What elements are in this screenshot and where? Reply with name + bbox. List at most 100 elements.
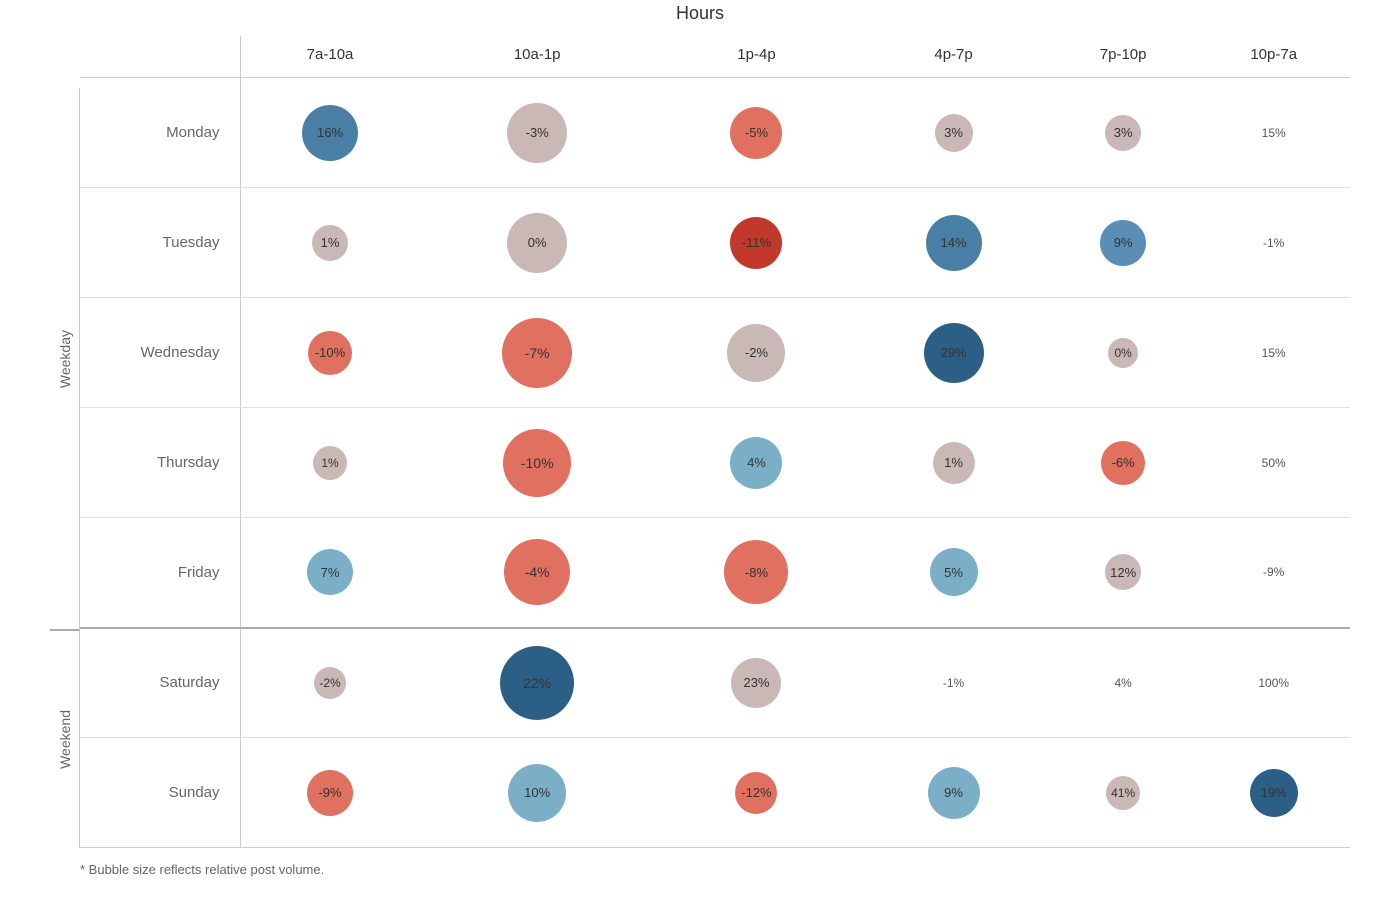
row-label-friday: Friday	[80, 518, 240, 628]
cell-monday-col3: 3%	[858, 78, 1049, 188]
bubble: -6%	[1101, 441, 1145, 485]
table-row: Friday 7% -4% -8% 5% 12% -9%	[80, 518, 1350, 628]
bubble: 10%	[508, 764, 566, 822]
bubble: 16%	[302, 105, 358, 161]
cell-saturday-col0: -2%	[240, 628, 420, 738]
cell-thursday-col2: 4%	[655, 408, 858, 518]
cell-sunday-col0: -9%	[240, 738, 420, 848]
bubble: 19%	[1250, 769, 1298, 817]
table-row: Saturday -2% 22% 23% -1% 4% 100%	[80, 628, 1350, 738]
bubble: -10%	[308, 331, 352, 375]
cell-saturday-col5: 100%	[1197, 628, 1350, 738]
cell-monday-col2: -5%	[655, 78, 858, 188]
hours-title: Hours	[50, 3, 1350, 24]
bubble: 0%	[507, 213, 567, 273]
bubble: 1%	[312, 225, 348, 261]
bubble: 50%	[1259, 448, 1289, 478]
bubble: 5%	[930, 548, 978, 596]
bubble: -1%	[1259, 228, 1289, 258]
table-row: Wednesday -10% -7% -2% 29% 0% 15%	[80, 298, 1350, 408]
cell-tuesday-col5: -1%	[1197, 188, 1350, 298]
bubble: -4%	[504, 539, 570, 605]
weekday-axis-label: Weekday	[57, 330, 73, 388]
bubble: 4%	[1108, 668, 1138, 698]
bubble: -9%	[1259, 557, 1289, 587]
cell-tuesday-col4: 9%	[1049, 188, 1197, 298]
bubble: -11%	[730, 217, 782, 269]
cell-wednesday-col3: 29%	[858, 298, 1049, 408]
bubble: 1%	[933, 442, 975, 484]
bubble: -2%	[314, 667, 346, 699]
cell-friday-col4: 12%	[1049, 518, 1197, 628]
bubble: -12%	[735, 772, 777, 814]
footnote: * Bubble size reflects relative post vol…	[50, 862, 1350, 877]
col-header-1: 10a-1p	[420, 36, 655, 78]
cell-sunday-col4: 41%	[1049, 738, 1197, 848]
cell-sunday-col1: 10%	[420, 738, 655, 848]
bubble: -3%	[507, 103, 567, 163]
cell-sunday-col2: -12%	[655, 738, 858, 848]
bubble: 0%	[1108, 338, 1138, 368]
table-row: Monday 16% -3% -5% 3% 3% 15%	[80, 78, 1350, 188]
cell-sunday-col5: 19%	[1197, 738, 1350, 848]
bubble: 14%	[926, 215, 982, 271]
table-row: Thursday 1% -10% 4% 1% -6% 50%	[80, 408, 1350, 518]
cell-tuesday-col2: -11%	[655, 188, 858, 298]
bubble: -7%	[502, 318, 572, 388]
cell-monday-col1: -3%	[420, 78, 655, 188]
cell-thursday-col0: 1%	[240, 408, 420, 518]
cell-tuesday-col0: 1%	[240, 188, 420, 298]
data-table-area: 7a-10a 10a-1p 1p-4p 4p-7p 7p-10p 10p-7a …	[80, 36, 1350, 848]
cell-monday-col0: 16%	[240, 78, 420, 188]
row-label-saturday: Saturday	[80, 628, 240, 738]
cell-thursday-col3: 1%	[858, 408, 1049, 518]
bubble: -10%	[503, 429, 571, 497]
cell-friday-col5: -9%	[1197, 518, 1350, 628]
bubble: 100%	[1259, 668, 1289, 698]
cell-monday-col5: 15%	[1197, 78, 1350, 188]
cell-wednesday-col0: -10%	[240, 298, 420, 408]
bubble-chart-table: 7a-10a 10a-1p 1p-4p 4p-7p 7p-10p 10p-7a …	[80, 36, 1350, 848]
col-header-5: 10p-7a	[1197, 36, 1350, 78]
weekend-axis-section: Weekend	[50, 631, 80, 848]
bubble: -5%	[730, 107, 782, 159]
cell-wednesday-col5: 15%	[1197, 298, 1350, 408]
weekend-axis-label: Weekend	[57, 710, 73, 769]
row-label-wednesday: Wednesday	[80, 298, 240, 408]
col-header-2: 1p-4p	[655, 36, 858, 78]
table-row: Sunday-9%10%-12%9%41%19%	[80, 738, 1350, 848]
row-label-tuesday: Tuesday	[80, 188, 240, 298]
bubble: 3%	[935, 114, 973, 152]
row-label-thursday: Thursday	[80, 408, 240, 518]
left-axis: Weekday Weekend	[50, 88, 80, 848]
bubble: 23%	[731, 658, 781, 708]
cell-saturday-col1: 22%	[420, 628, 655, 738]
bubble: -8%	[724, 540, 788, 604]
cell-tuesday-col3: 14%	[858, 188, 1049, 298]
bubble: 3%	[1105, 115, 1141, 151]
bubble: -1%	[939, 668, 969, 698]
cell-thursday-col5: 50%	[1197, 408, 1350, 518]
cell-saturday-col4: 4%	[1049, 628, 1197, 738]
bubble: 22%	[500, 646, 574, 720]
cell-friday-col3: 5%	[858, 518, 1049, 628]
col-header-3: 4p-7p	[858, 36, 1049, 78]
bubble: 15%	[1259, 118, 1289, 148]
cell-monday-col4: 3%	[1049, 78, 1197, 188]
bubble: 1%	[313, 446, 347, 480]
bubble: 12%	[1105, 554, 1141, 590]
bubble: -2%	[727, 324, 785, 382]
cell-tuesday-col1: 0%	[420, 188, 655, 298]
cell-wednesday-col2: -2%	[655, 298, 858, 408]
bubble: 9%	[928, 767, 980, 819]
cell-thursday-col4: -6%	[1049, 408, 1197, 518]
bubble: 29%	[924, 323, 984, 383]
chart-container: Hours Weekday Weekend 7a-10a 10a-1p	[20, 0, 1380, 917]
col-header-0: 7a-10a	[240, 36, 420, 78]
bubble: 7%	[307, 549, 353, 595]
weekday-axis-section: Weekday	[50, 88, 80, 631]
cell-friday-col1: -4%	[420, 518, 655, 628]
bubble: -9%	[307, 770, 353, 816]
cell-saturday-col2: 23%	[655, 628, 858, 738]
row-label-monday: Monday	[80, 78, 240, 188]
